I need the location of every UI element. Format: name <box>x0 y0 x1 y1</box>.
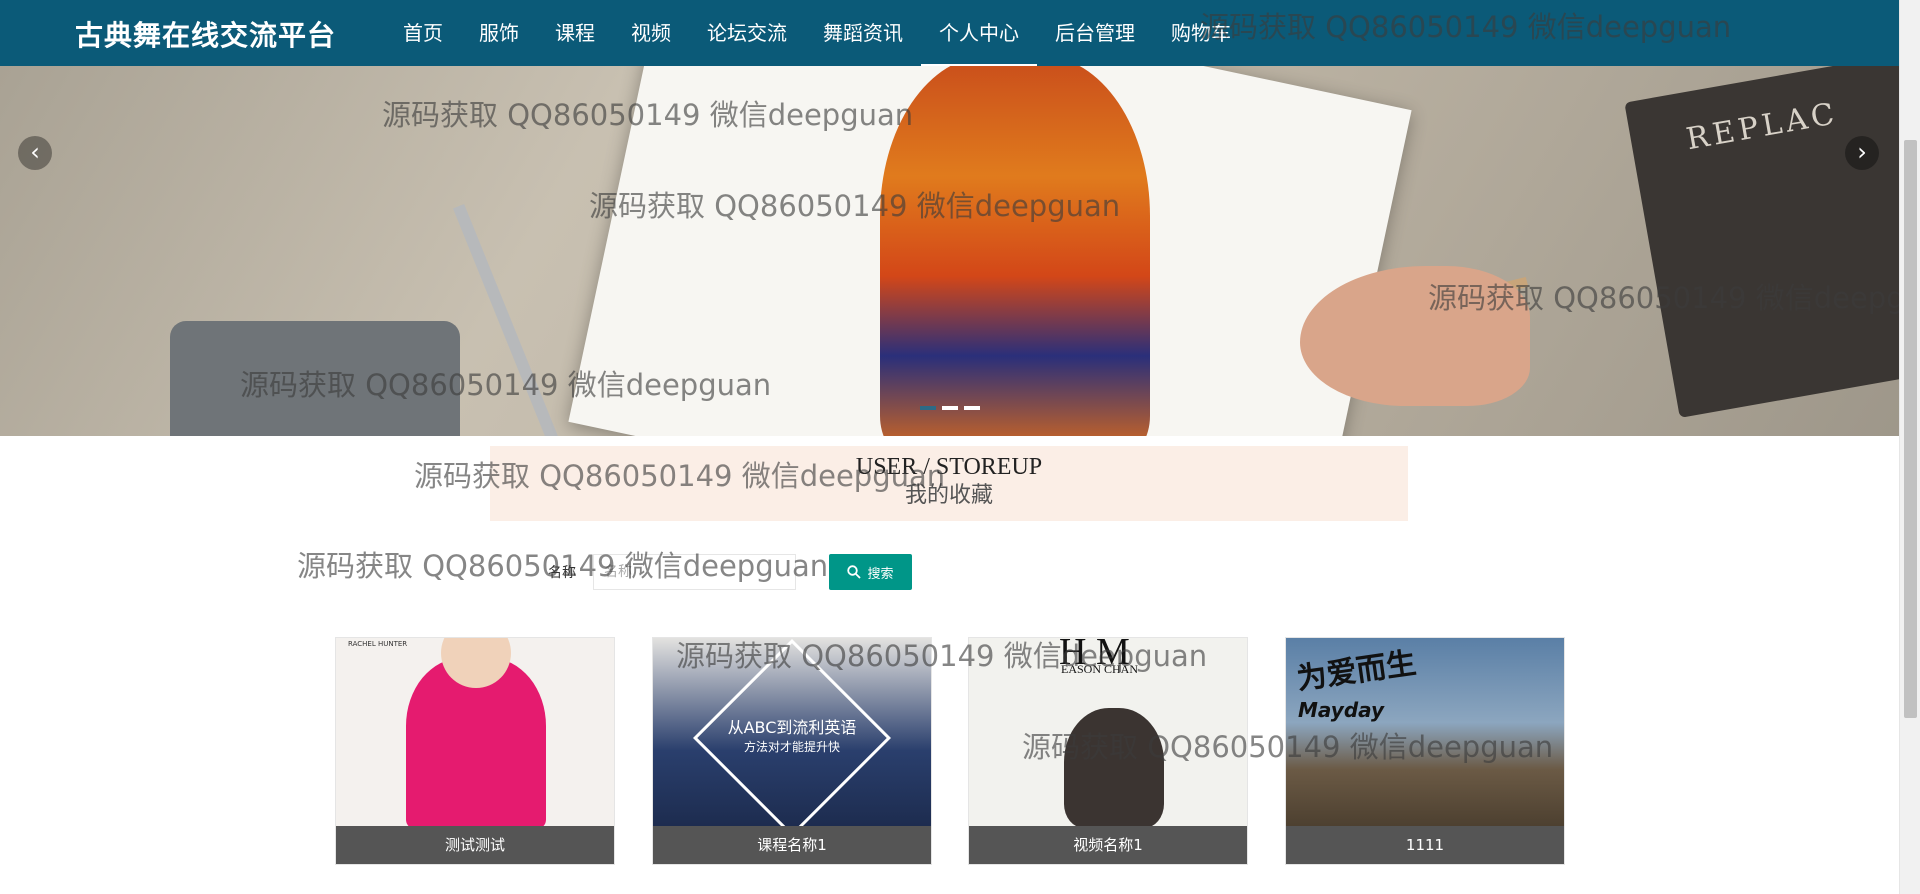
nav-news[interactable]: 舞蹈资讯 <box>805 0 921 66</box>
banner-carousel[interactable]: REPLAC ‹ › <box>0 66 1899 436</box>
carousel-dot[interactable] <box>942 406 958 410</box>
card-image-title: 为爱而生 <box>1294 645 1419 698</box>
card-caption[interactable]: 1111 <box>1286 826 1564 864</box>
main-menu: 首页 服饰 课程 视频 论坛交流 舞蹈资讯 个人中心 后台管理 购物车 <box>385 0 1249 66</box>
card-caption[interactable]: 视频名称1 <box>969 826 1247 864</box>
card-image: 为爱而生 Mayday <box>1286 638 1564 826</box>
brand-mark: RACHEL HUNTER <box>348 640 408 648</box>
card-image: H M EASON CHAN <box>969 638 1247 826</box>
card-image: RACHEL HUNTER <box>336 638 614 826</box>
banner-costume-figure <box>880 66 1150 436</box>
page-scrollbar[interactable] <box>1899 0 1920 894</box>
carousel-indicators <box>920 406 980 410</box>
nav-cart[interactable]: 购物车 <box>1153 0 1249 66</box>
section-title-en: USER / STOREUP <box>855 454 1043 480</box>
nav-video[interactable]: 视频 <box>613 0 689 66</box>
search-icon <box>847 565 862 579</box>
section-title: USER / STOREUP 我的收藏 <box>490 446 1408 521</box>
carousel-prev-icon[interactable]: ‹ <box>18 136 52 170</box>
search-button[interactable]: 搜索 <box>829 554 912 590</box>
carousel-next-icon[interactable]: › <box>1845 136 1879 170</box>
book-cover-text: REPLAC <box>1683 96 1841 158</box>
carousel-dot[interactable] <box>964 406 980 410</box>
favorite-card[interactable]: H M EASON CHAN 视频名称1 <box>968 637 1248 865</box>
name-search-input[interactable] <box>593 554 796 590</box>
card-image-subtitle: 方法对才能提升快 <box>743 740 840 754</box>
banner-pen <box>452 203 570 436</box>
card-image-title: 从ABC到流利英语 <box>727 718 857 737</box>
section-title-cn: 我的收藏 <box>904 483 993 508</box>
nav-course[interactable]: 课程 <box>537 0 613 66</box>
card-caption[interactable]: 课程名称1 <box>653 826 931 864</box>
banner-pencil-tin <box>170 321 460 436</box>
nav-forum[interactable]: 论坛交流 <box>689 0 805 66</box>
search-button-label: 搜索 <box>867 565 894 581</box>
card-image-subtitle: Mayday <box>1298 698 1385 722</box>
nav-costume[interactable]: 服饰 <box>461 0 537 66</box>
nav-admin[interactable]: 后台管理 <box>1037 0 1153 66</box>
card-image-subtitle: EASON CHAN <box>1061 662 1139 676</box>
carousel-dot[interactable] <box>920 406 936 410</box>
nav-home[interactable]: 首页 <box>385 0 461 66</box>
favorite-card[interactable]: 为爱而生 Mayday 1111 <box>1285 637 1565 865</box>
banner-book: REPLAC <box>1624 66 1899 418</box>
nav-user-center[interactable]: 个人中心 <box>921 0 1037 66</box>
top-nav: 古典舞在线交流平台 首页 服饰 课程 视频 论坛交流 舞蹈资讯 个人中心 后台管… <box>0 0 1899 66</box>
search-label: 名称 <box>548 565 576 581</box>
scrollbar-thumb[interactable] <box>1904 140 1917 718</box>
favorite-card[interactable]: RACHEL HUNTER 测试测试 <box>335 637 615 865</box>
favorite-card[interactable]: 从ABC到流利英语 方法对才能提升快 课程名称1 <box>652 637 932 865</box>
card-caption[interactable]: 测试测试 <box>336 826 614 864</box>
card-image: 从ABC到流利英语 方法对才能提升快 <box>653 638 931 826</box>
portrait-shape <box>1064 708 1164 826</box>
site-brand[interactable]: 古典舞在线交流平台 <box>75 14 336 54</box>
